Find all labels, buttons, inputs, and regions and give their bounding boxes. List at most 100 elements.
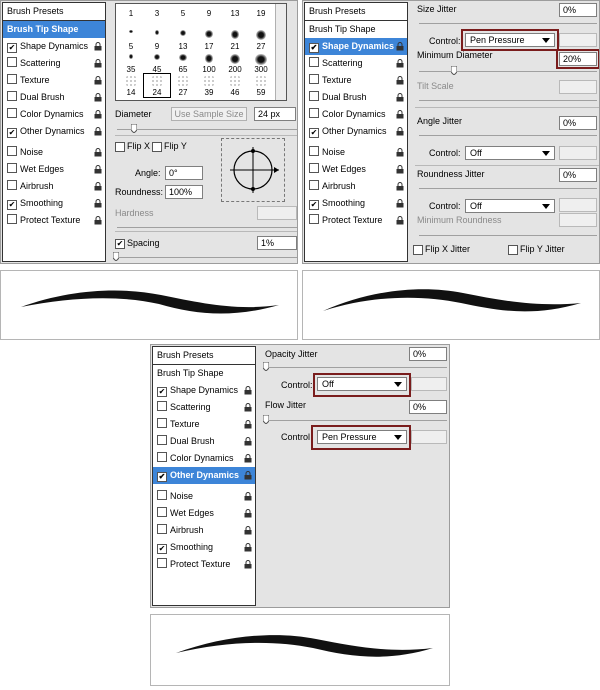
sidebar-item-wet-edges[interactable]: Wet Edges xyxy=(3,161,105,178)
brush-preset-cell[interactable]: 27 xyxy=(248,28,274,51)
dual-brush-checkbox[interactable] xyxy=(157,435,167,445)
lock-icon[interactable] xyxy=(244,509,252,518)
sidebar-item-brush-tip-shape[interactable]: Brush Tip Shape xyxy=(3,21,105,38)
wet-edges-checkbox[interactable] xyxy=(309,163,319,173)
brush-preset-cell[interactable]: 100 xyxy=(196,51,222,74)
flip-y-jitter-checkbox[interactable] xyxy=(508,245,518,255)
noise-checkbox[interactable] xyxy=(157,490,167,500)
brush-preset-cell[interactable]: 19 xyxy=(248,5,274,28)
flip-x-jitter-checkbox[interactable] xyxy=(413,245,423,255)
smoothing-checkbox[interactable]: ✔ xyxy=(7,200,17,210)
roundness-field[interactable]: 100% xyxy=(165,185,203,199)
diameter-slider[interactable] xyxy=(117,129,297,130)
brush-preset-cell[interactable]: 14 xyxy=(118,74,144,97)
sidebar-item-smoothing[interactable]: ✔ Smoothing xyxy=(3,195,105,212)
flow-jitter-slider[interactable] xyxy=(267,420,447,421)
angle-control-select[interactable]: Off xyxy=(465,146,555,160)
sidebar-item-smoothing[interactable]: ✔ Smoothing xyxy=(153,539,255,556)
wet-edges-checkbox[interactable] xyxy=(7,163,17,173)
brush-preset-cell[interactable]: 17 xyxy=(196,28,222,51)
flip-x-checkbox[interactable] xyxy=(115,142,125,152)
use-sample-size-button[interactable]: Use Sample Size xyxy=(171,107,247,121)
lock-icon[interactable] xyxy=(244,492,252,501)
lock-icon[interactable] xyxy=(244,386,252,395)
sidebar-item-airbrush[interactable]: Airbrush xyxy=(3,178,105,195)
lock-icon[interactable] xyxy=(94,93,102,102)
dual-brush-checkbox[interactable] xyxy=(7,91,17,101)
lock-icon[interactable] xyxy=(244,454,252,463)
color-dynamics-checkbox[interactable] xyxy=(157,452,167,462)
lock-icon[interactable] xyxy=(244,543,252,552)
lock-icon[interactable] xyxy=(396,93,404,102)
other-dynamics-checkbox[interactable]: ✔ xyxy=(309,128,319,138)
sidebar-item-brush-tip-shape[interactable]: Brush Tip Shape xyxy=(305,21,407,38)
flow-jitter-thumb[interactable] xyxy=(263,415,269,424)
other-dynamics-checkbox[interactable]: ✔ xyxy=(157,472,167,482)
texture-checkbox[interactable] xyxy=(309,74,319,84)
texture-checkbox[interactable] xyxy=(157,418,167,428)
texture-checkbox[interactable] xyxy=(7,74,17,84)
brush-preset-cell[interactable]: 46 xyxy=(222,74,248,97)
lock-icon[interactable] xyxy=(94,165,102,174)
sidebar-item-dual-brush[interactable]: Dual Brush xyxy=(153,433,255,450)
shape-dynamics-checkbox[interactable]: ✔ xyxy=(157,387,167,397)
shape-dynamics-checkbox[interactable]: ✔ xyxy=(7,43,17,53)
lock-icon[interactable] xyxy=(396,148,404,157)
sidebar-item-noise[interactable]: Noise xyxy=(153,488,255,505)
scattering-checkbox[interactable] xyxy=(309,57,319,67)
opacity-jitter-field[interactable]: 0% xyxy=(409,347,447,361)
sidebar-item-shape-dynamics[interactable]: ✔ Shape Dynamics xyxy=(3,38,105,55)
sidebar-item-scattering[interactable]: Scattering xyxy=(3,55,105,72)
airbrush-checkbox[interactable] xyxy=(309,180,319,190)
spacing-slider-thumb[interactable] xyxy=(113,252,119,261)
color-dynamics-checkbox[interactable] xyxy=(309,108,319,118)
lock-icon[interactable] xyxy=(396,127,404,136)
sidebar-item-airbrush[interactable]: Airbrush xyxy=(305,178,407,195)
lock-icon[interactable] xyxy=(396,182,404,191)
airbrush-checkbox[interactable] xyxy=(157,524,167,534)
lock-icon[interactable] xyxy=(244,437,252,446)
sidebar-item-protect-texture[interactable]: Protect Texture xyxy=(153,556,255,573)
brush-preset-cell[interactable]: 200 xyxy=(222,51,248,74)
brush-preset-cell[interactable]: 1 xyxy=(118,5,144,28)
flip-y-checkbox[interactable] xyxy=(152,142,162,152)
sidebar-item-texture[interactable]: Texture xyxy=(305,72,407,89)
noise-checkbox[interactable] xyxy=(309,146,319,156)
min-diameter-slider[interactable] xyxy=(419,71,597,72)
brush-presets-header[interactable]: Brush Presets xyxy=(153,347,255,365)
sidebar-item-wet-edges[interactable]: Wet Edges xyxy=(305,161,407,178)
sidebar-item-other-dynamics[interactable]: ✔ Other Dynamics xyxy=(305,123,407,140)
sidebar-item-airbrush[interactable]: Airbrush xyxy=(153,522,255,539)
sidebar-item-wet-edges[interactable]: Wet Edges xyxy=(153,505,255,522)
lock-icon[interactable] xyxy=(94,148,102,157)
diameter-slider-thumb[interactable] xyxy=(131,124,137,133)
lock-icon[interactable] xyxy=(396,42,404,51)
protect-texture-checkbox[interactable] xyxy=(7,214,17,224)
sidebar-item-other-dynamics[interactable]: ✔ Other Dynamics xyxy=(153,467,255,484)
lock-icon[interactable] xyxy=(396,110,404,119)
sidebar-item-noise[interactable]: Noise xyxy=(3,144,105,161)
brush-preset-cell[interactable]: 45 xyxy=(144,51,170,74)
sidebar-item-texture[interactable]: Texture xyxy=(153,416,255,433)
airbrush-checkbox[interactable] xyxy=(7,180,17,190)
flow-jitter-field[interactable]: 0% xyxy=(409,400,447,414)
sidebar-item-color-dynamics[interactable]: Color Dynamics xyxy=(3,106,105,123)
scattering-checkbox[interactable] xyxy=(157,401,167,411)
brush-preset-cell[interactable]: 5 xyxy=(118,28,144,51)
scattering-checkbox[interactable] xyxy=(7,57,17,67)
lock-icon[interactable] xyxy=(244,471,252,480)
lock-icon[interactable] xyxy=(396,59,404,68)
sidebar-item-other-dynamics[interactable]: ✔ Other Dynamics xyxy=(3,123,105,140)
angle-roundness-widget[interactable] xyxy=(221,138,285,202)
opacity-jitter-slider[interactable] xyxy=(267,367,447,368)
lock-icon[interactable] xyxy=(94,59,102,68)
smoothing-checkbox[interactable]: ✔ xyxy=(157,544,167,554)
smoothing-checkbox[interactable]: ✔ xyxy=(309,200,319,210)
roundness-jitter-field[interactable]: 0% xyxy=(559,168,597,182)
brush-preset-cell[interactable]: 13 xyxy=(170,28,196,51)
brush-presets-header[interactable]: Brush Presets xyxy=(305,3,407,21)
color-dynamics-checkbox[interactable] xyxy=(7,108,17,118)
sidebar-item-texture[interactable]: Texture xyxy=(3,72,105,89)
spacing-checkbox[interactable]: ✔ xyxy=(115,239,125,249)
lock-icon[interactable] xyxy=(94,182,102,191)
